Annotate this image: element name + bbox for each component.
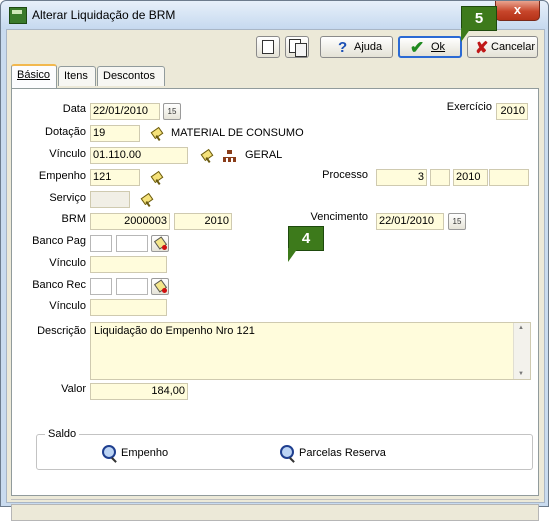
vinculo-label: Vínculo [49, 148, 86, 160]
data-field[interactable]: 22/01/2010 [90, 103, 160, 120]
banco-rec-field-1[interactable] [90, 278, 112, 295]
saldo-parcelas-label: Parcelas Reserva [299, 447, 386, 459]
window-title: Alterar Liquidação de BRM [32, 8, 176, 22]
help-label: Ajuda [354, 41, 383, 53]
descricao-label: Descrição [37, 325, 86, 337]
exercicio-field[interactable]: 2010 [496, 103, 528, 120]
calendar-icon[interactable]: 15 [448, 213, 466, 230]
check-icon: ✔ [410, 38, 425, 57]
tab-basico[interactable]: Básico [11, 64, 57, 88]
valor-label: Valor [61, 383, 86, 395]
brm-year-field[interactable]: 2010 [174, 213, 232, 230]
lookup-flashlight-icon[interactable] [197, 147, 215, 164]
client-area: ? Ajuda ✔ Ok ✘ Cancelar Básico Itens Des… [6, 29, 545, 521]
servico-field[interactable] [90, 191, 130, 208]
ok-label: Ok [431, 41, 446, 53]
vinculo-field[interactable]: 01.110.00 [90, 147, 188, 164]
vinculo-pag-label: Vínculo [49, 257, 86, 269]
dotacao-description: MATERIAL DE CONSUMO [171, 127, 304, 139]
processo-year-field[interactable]: 2010 [453, 169, 488, 186]
textarea-scrollbar[interactable] [513, 323, 530, 379]
clear-brush-icon[interactable] [151, 278, 169, 295]
processo-number-field[interactable]: 3 [376, 169, 427, 186]
calendar-icon[interactable]: 15 [163, 103, 181, 120]
saldo-parcelas-button[interactable]: Parcelas Reserva [279, 444, 399, 462]
saldo-empenho-button[interactable]: Empenho [101, 444, 181, 462]
help-button[interactable]: ? Ajuda [320, 36, 393, 58]
callout-4-pointer [288, 248, 298, 262]
document-icon [262, 40, 274, 54]
callout-5-pointer [461, 28, 471, 42]
help-icon: ? [338, 39, 348, 56]
cancel-label: Cancelar [491, 41, 536, 53]
processo-extra-field[interactable] [489, 169, 529, 186]
banco-rec-field-2[interactable] [116, 278, 148, 295]
exercicio-label: Exercício [446, 101, 492, 113]
processo-label: Processo [322, 169, 368, 181]
lookup-flashlight-icon[interactable] [147, 169, 165, 186]
banco-rec-label: Banco Rec [32, 279, 86, 291]
empenho-field[interactable]: 121 [90, 169, 140, 186]
saldo-title: Saldo [45, 428, 80, 440]
descricao-text: Liquidação do Empenho Nro 121 [94, 325, 255, 337]
brm-field[interactable]: 2000003 [90, 213, 170, 230]
brm-label: BRM [61, 213, 86, 225]
dialog-window: Alterar Liquidação de BRM x ? Ajuda ✔ Ok… [0, 0, 549, 521]
empenho-label: Empenho [38, 170, 86, 182]
tab-descontos[interactable]: Descontos [97, 66, 165, 86]
banco-pag-label: Banco Pag [32, 235, 86, 247]
data-label: Data [62, 103, 86, 115]
descricao-textarea[interactable]: Liquidação do Empenho Nro 121 [90, 322, 531, 380]
servico-label: Serviço [49, 192, 86, 204]
lookup-flashlight-icon[interactable] [147, 125, 165, 142]
vencimento-label: Vencimento [310, 211, 368, 223]
magnifier-icon [102, 445, 116, 459]
documents-back-icon [295, 43, 307, 57]
cancel-button[interactable]: ✘ Cancelar [467, 36, 538, 58]
saldo-empenho-label: Empenho [121, 447, 169, 459]
vinculo-description: GERAL [245, 149, 283, 161]
banco-pag-field-1[interactable] [90, 235, 112, 252]
dotacao-label: Dotação [45, 126, 86, 138]
ok-button[interactable]: ✔ Ok [398, 36, 462, 58]
valor-field[interactable]: 184,00 [90, 383, 188, 400]
vinculo-rec-label: Vínculo [49, 300, 86, 312]
copy-button[interactable] [256, 36, 280, 58]
lookup-flashlight-icon[interactable] [137, 191, 155, 208]
tab-itens[interactable]: Itens [58, 66, 96, 86]
processo-mid-field[interactable] [430, 169, 450, 186]
vinculo-rec-field[interactable] [90, 299, 167, 316]
status-divider [11, 499, 539, 500]
hierarchy-icon[interactable] [220, 147, 238, 164]
paste-button[interactable] [285, 36, 309, 58]
banco-pag-field-2[interactable] [116, 235, 148, 252]
clear-brush-icon[interactable] [151, 235, 169, 252]
magnifier-icon [280, 445, 294, 459]
close-button[interactable]: x [495, 1, 540, 21]
dotacao-field[interactable]: 19 [90, 125, 140, 142]
x-icon: ✘ [475, 40, 489, 57]
app-icon [9, 7, 27, 24]
vencimento-field[interactable]: 22/01/2010 [376, 213, 444, 230]
vinculo-pag-field[interactable] [90, 256, 167, 273]
